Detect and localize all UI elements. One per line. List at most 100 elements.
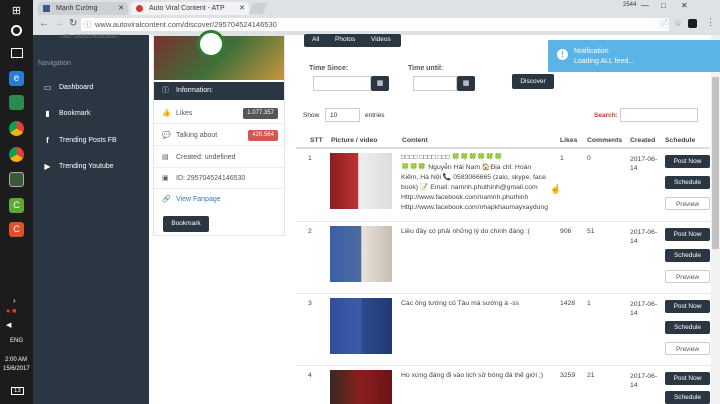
time-until-calendar-button[interactable]: ▦: [457, 76, 475, 91]
post-thumbnail[interactable]: [330, 298, 392, 354]
chrome-icon[interactable]: [9, 172, 24, 187]
windows-start-icon[interactable]: ⊞: [9, 4, 24, 19]
notification-count-badge[interactable]: 13: [11, 387, 24, 395]
talking-about-row: 💬 Talking about 420.564: [154, 125, 284, 146]
edge-icon[interactable]: e: [9, 71, 24, 86]
cortana-icon[interactable]: [11, 25, 22, 36]
reload-icon[interactable]: ↻: [69, 18, 77, 29]
info-icon: ⓘ: [84, 20, 92, 29]
sidebar: UID: 100012563638867 Navigation ▭ Dashbo…: [33, 34, 149, 404]
column-header-picture[interactable]: Picture / video: [331, 137, 377, 144]
post-now-button[interactable]: Post Now: [665, 228, 710, 241]
close-window-button[interactable]: ✕: [681, 1, 688, 10]
star-icon[interactable]: ☆: [674, 18, 682, 29]
preview-button[interactable]: Preview: [665, 197, 710, 210]
chat-icon: 💬: [162, 132, 171, 139]
column-header-content[interactable]: Content: [402, 137, 428, 144]
post-thumbnail[interactable]: [330, 370, 392, 404]
filter-all-button[interactable]: All: [312, 36, 319, 43]
bookmark-button[interactable]: Bookmark: [163, 216, 209, 232]
likes-badge: 1.077.357: [243, 108, 278, 119]
close-icon[interactable]: ✕: [239, 2, 245, 15]
language-indicator[interactable]: ENG: [10, 338, 23, 344]
clock-date[interactable]: 15/6/2017: [3, 366, 30, 372]
new-tab-button[interactable]: [248, 3, 268, 14]
column-header-schedule[interactable]: Schedule: [665, 137, 695, 144]
entries-label: entries: [365, 112, 385, 119]
column-header-created[interactable]: Created: [630, 137, 655, 144]
excel-icon[interactable]: [9, 95, 24, 110]
show-label: Show: [303, 112, 320, 119]
filter-videos-button[interactable]: Videos: [371, 36, 391, 43]
post-now-button[interactable]: Post Now: [665, 372, 710, 385]
extension-icon[interactable]: [688, 19, 697, 28]
sidebar-item-trending-youtube[interactable]: ▶ Trending Youtube: [33, 158, 149, 176]
view-fanpage-link[interactable]: 🔗 View Fanpage: [154, 189, 284, 210]
likes-row: 👍 Likes 1.077.357: [154, 103, 284, 124]
search-input[interactable]: [620, 108, 698, 122]
schedule-button[interactable]: Schedule: [665, 249, 710, 262]
browser-tab[interactable]: Mạnh Cường ✕: [38, 2, 128, 15]
notification-message: Loading ALL feed...: [574, 58, 635, 65]
maximize-button[interactable]: □: [661, 1, 666, 10]
forward-arrow-icon[interactable]: →: [54, 18, 64, 29]
volume-icon[interactable]: ◀: [6, 321, 11, 329]
time-since-calendar-button[interactable]: ▦: [371, 76, 389, 91]
camtasia-recorder-icon[interactable]: C: [9, 222, 24, 237]
sidebar-item-dashboard[interactable]: ▭ Dashboard: [33, 79, 149, 97]
row-stt: 3: [308, 300, 312, 307]
mouse-cursor-icon: ☝: [550, 184, 562, 194]
column-header-likes[interactable]: Likes: [560, 137, 577, 144]
address-bar[interactable]: ⓘ www.autoviralcontent.com/discover/2957…: [81, 18, 669, 31]
discover-button[interactable]: Discover: [512, 74, 554, 89]
column-header-comments[interactable]: Comments: [587, 137, 622, 144]
chrome-icon[interactable]: [9, 147, 24, 162]
column-header-stt[interactable]: STT: [310, 137, 323, 144]
notification-toast[interactable]: ! Notification Loading ALL feed...: [548, 40, 720, 72]
chevron-up-icon[interactable]: ›: [13, 296, 16, 305]
chrome-icon[interactable]: [9, 121, 24, 136]
time-until-input[interactable]: [413, 76, 457, 91]
post-thumbnail[interactable]: [330, 226, 392, 282]
tray-icons[interactable]: ● ■: [6, 308, 28, 318]
row-stt: 4: [308, 372, 312, 379]
info-header: ⓘ Information:: [154, 82, 284, 100]
close-icon[interactable]: ✕: [118, 2, 124, 15]
minimize-button[interactable]: —: [641, 1, 649, 10]
filter-photos-button[interactable]: Photos: [335, 36, 355, 43]
scrollbar-thumb[interactable]: [712, 77, 719, 249]
talking-label: Talking about: [176, 132, 218, 139]
post-now-button[interactable]: Post Now: [665, 155, 710, 168]
camtasia-icon[interactable]: C: [9, 198, 24, 213]
schedule-button[interactable]: Schedule: [665, 176, 710, 189]
sidebar-item-label: Trending Posts FB: [59, 137, 117, 144]
post-thumbnail[interactable]: [330, 153, 392, 209]
row-comments: 1: [587, 300, 591, 307]
sidebar-item-label: Dashboard: [59, 84, 94, 91]
clock-time[interactable]: 2:00 AM: [5, 357, 27, 363]
schedule-button[interactable]: Schedule: [665, 391, 710, 404]
row-comments: 21: [587, 372, 595, 379]
menu-icon[interactable]: ⋮: [706, 17, 715, 28]
thumbs-up-icon: 👍: [162, 110, 171, 117]
row-likes: 906: [560, 228, 572, 235]
entries-select[interactable]: 10: [325, 108, 360, 122]
sidebar-item-trending-posts-fb[interactable]: f Trending Posts FB: [33, 132, 149, 150]
schedule-button[interactable]: Schedule: [665, 321, 710, 334]
time-since-input[interactable]: [313, 76, 371, 91]
monitor-icon: ▭: [43, 83, 52, 92]
post-now-button[interactable]: Post Now: [665, 300, 710, 313]
sidebar-item-bookmark[interactable]: ▮ Bookmark: [33, 105, 149, 123]
preview-button[interactable]: Preview: [665, 270, 710, 283]
page-scrollbar[interactable]: [711, 35, 720, 404]
table-row: 4 Ho xứng đáng đi vào lịch sử bóng đá th…: [296, 366, 710, 404]
back-arrow-icon[interactable]: ←: [39, 18, 49, 29]
post-content: Liều đây có phải những lý do chính đáng …: [401, 228, 530, 235]
preview-button[interactable]: Preview: [665, 342, 710, 355]
translate-icon[interactable]: 📄: [659, 19, 669, 28]
id-card-icon: ▣: [162, 175, 169, 182]
browser-tab-active[interactable]: Auto Viral Content - ATP ✕: [131, 2, 249, 15]
task-view-icon[interactable]: [11, 48, 23, 58]
id-row: ▣ ID: 295704524146530: [154, 168, 284, 189]
notification-title: Notification: [574, 48, 609, 55]
